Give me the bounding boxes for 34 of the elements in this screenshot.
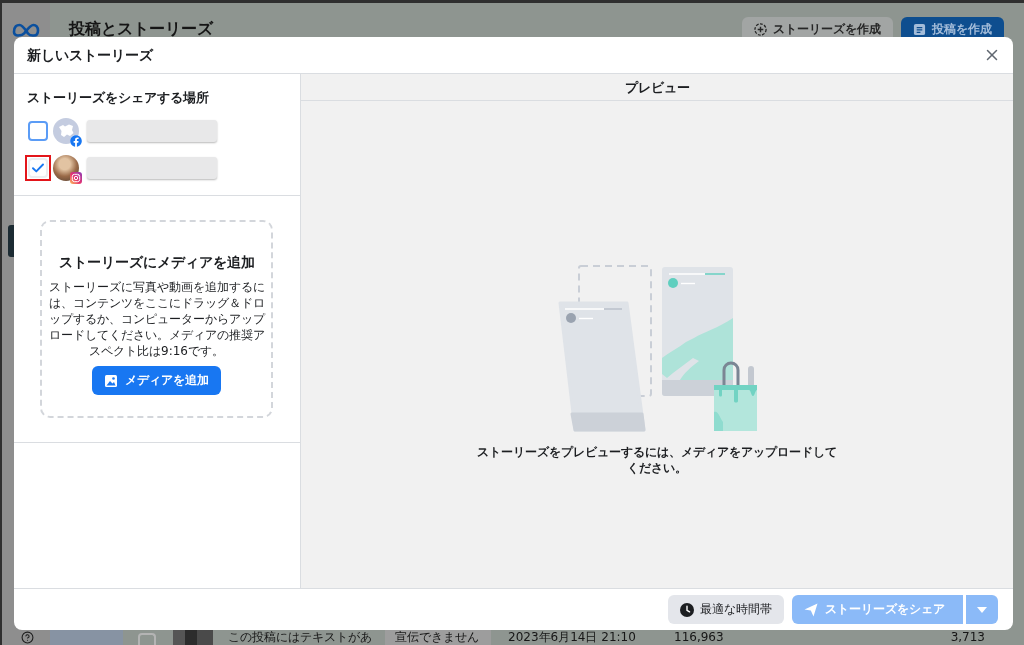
add-media-button[interactable]: メディアを追加: [92, 366, 221, 395]
caret-icon: [977, 606, 987, 613]
preview-heading: プレビュー: [624, 78, 690, 96]
best-time-button[interactable]: 最適な時間帯: [668, 595, 784, 624]
page-title: 投稿とストーリーズ: [69, 21, 213, 37]
help-icon[interactable]: [21, 631, 34, 644]
preview-message: ストーリーズをプレビューするには、メディアをアップロードしてください。: [476, 443, 838, 476]
plus-circle-icon: [754, 23, 767, 36]
profile-photo-placeholder: [53, 155, 79, 181]
check-icon: [32, 163, 44, 173]
active-indicator: [8, 225, 14, 257]
checkbox[interactable]: [28, 121, 48, 141]
status-badge: 宣伝できません: [385, 630, 491, 645]
instagram-icon: [70, 172, 82, 184]
number-cell-text: 3,713: [950, 630, 986, 645]
number-cell-text: 116,963: [674, 630, 725, 645]
shopping-bag-drawing: [714, 361, 757, 431]
document-icon: [913, 23, 926, 36]
dialog-title: 新しいストーリーズ: [27, 46, 153, 64]
section-heading: ストーリーズをシェアする場所: [27, 89, 210, 106]
create-post-button[interactable]: 投稿を作成: [901, 17, 1004, 37]
drop-zone-description: ストーリーズに写真や動画を追加するには、コンテンツをここにドラッグ＆ドロップするか、コンピューターからアップロードしてください。メディアの推奨アスペクト比は9:16です。: [47, 279, 267, 359]
table-cell-text: 2023年6月14日 21:10: [508, 630, 637, 645]
media-drop-zone[interactable]: ストーリーズにメディアを追加 ストーリーズに写真や動画を追加するには、コンテンツをここにドラッグ＆ドロップするか、コンピューターからアップロードしてください。メディアの推奨アスペクト比は9:16です。 メディアを追加: [40, 220, 273, 418]
image-icon: [104, 373, 118, 388]
facebook-icon: [70, 135, 82, 147]
table-cell-text: この投稿にはテキストがあ: [228, 630, 373, 645]
thumbnail-placeholder: [173, 630, 213, 645]
send-icon: [804, 602, 818, 617]
clock-icon: [680, 602, 694, 617]
logo-icon[interactable]: [12, 23, 40, 37]
create-story-button[interactable]: ストーリーズを作成: [742, 17, 893, 37]
drop-zone-title: ストーリーズにメディアを追加: [58, 253, 255, 271]
row-checkbox[interactable]: [138, 633, 156, 645]
